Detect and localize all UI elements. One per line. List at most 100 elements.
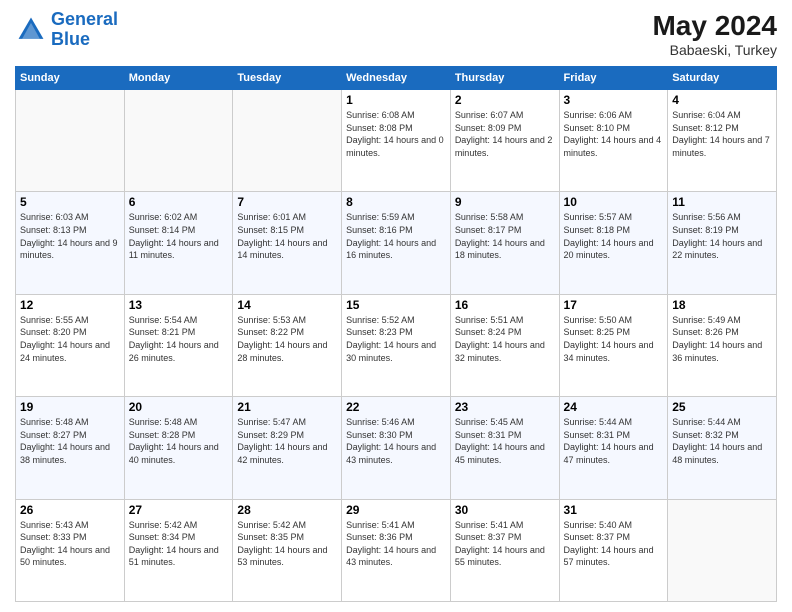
calendar-cell: 27 Sunrise: 5:42 AMSunset: 8:34 PMDayligh…: [124, 499, 233, 601]
day-info: Sunrise: 6:08 AMSunset: 8:08 PMDaylight:…: [346, 109, 446, 159]
calendar-cell: 9 Sunrise: 5:58 AMSunset: 8:17 PMDaylight…: [450, 192, 559, 294]
day-info: Sunrise: 5:59 AMSunset: 8:16 PMDaylight:…: [346, 211, 446, 261]
day-number: 17: [564, 298, 664, 312]
day-info: Sunrise: 5:40 AMSunset: 8:37 PMDaylight:…: [564, 519, 664, 569]
calendar-cell: [124, 90, 233, 192]
day-number: 25: [672, 400, 772, 414]
weekday-header: Thursday: [450, 67, 559, 90]
day-number: 22: [346, 400, 446, 414]
calendar-cell: 13Sunrise: 5:54 AMSunset: 8:21 PMDayligh…: [124, 294, 233, 396]
day-info: Sunrise: 5:51 AMSunset: 8:24 PMDaylight:…: [455, 314, 555, 364]
day-number: 3: [564, 93, 664, 107]
day-number: 23: [455, 400, 555, 414]
calendar-cell: 3 Sunrise: 6:06 AMSunset: 8:10 PMDaylight…: [559, 90, 668, 192]
logo-icon: [15, 14, 47, 46]
calendar-cell: 6 Sunrise: 6:02 AMSunset: 8:14 PMDaylight…: [124, 192, 233, 294]
day-info: Sunrise: 5:55 AMSunset: 8:20 PMDaylight:…: [20, 314, 120, 364]
calendar-cell: 29Sunrise: 5:41 AMSunset: 8:36 PMDayligh…: [342, 499, 451, 601]
day-number: 15: [346, 298, 446, 312]
calendar-cell: 14 Sunrise: 5:53 AMSunset: 8:22 PMDayligh…: [233, 294, 342, 396]
day-number: 5: [20, 195, 120, 209]
calendar-cell: [668, 499, 777, 601]
day-number: 1: [346, 93, 446, 107]
calendar-cell: 23 Sunrise: 5:45 AMSunset: 8:31 PMDayligh…: [450, 397, 559, 499]
day-number: 9: [455, 195, 555, 209]
day-number: 8: [346, 195, 446, 209]
day-info: Sunrise: 5:41 AMSunset: 8:37 PMDaylight:…: [455, 519, 555, 569]
calendar-cell: 1 Sunrise: 6:08 AMSunset: 8:08 PMDaylight…: [342, 90, 451, 192]
day-number: 11: [672, 195, 772, 209]
day-number: 31: [564, 503, 664, 517]
weekday-header: Friday: [559, 67, 668, 90]
calendar-week-row: 1 Sunrise: 6:08 AMSunset: 8:08 PMDaylight…: [16, 90, 777, 192]
page: General Blue May 2024 Babaeski, Turkey S…: [0, 0, 792, 612]
day-info: Sunrise: 5:46 AMSunset: 8:30 PMDaylight:…: [346, 416, 446, 466]
day-number: 30: [455, 503, 555, 517]
calendar-cell: 12 Sunrise: 5:55 AMSunset: 8:20 PMDayligh…: [16, 294, 125, 396]
weekday-header: Sunday: [16, 67, 125, 90]
day-number: 24: [564, 400, 664, 414]
calendar-cell: 8 Sunrise: 5:59 AMSunset: 8:16 PMDaylight…: [342, 192, 451, 294]
calendar-cell: 20Sunrise: 5:48 AMSunset: 8:28 PMDayligh…: [124, 397, 233, 499]
calendar-cell: 30 Sunrise: 5:41 AMSunset: 8:37 PMDayligh…: [450, 499, 559, 601]
day-number: 4: [672, 93, 772, 107]
logo-text: General Blue: [51, 10, 118, 50]
weekday-header: Wednesday: [342, 67, 451, 90]
calendar-week-row: 26Sunrise: 5:43 AMSunset: 8:33 PMDayligh…: [16, 499, 777, 601]
day-number: 6: [129, 195, 229, 209]
calendar-cell: 5Sunrise: 6:03 AMSunset: 8:13 PMDaylight…: [16, 192, 125, 294]
month-year: May 2024: [652, 10, 777, 42]
calendar-cell: 4 Sunrise: 6:04 AMSunset: 8:12 PMDaylight…: [668, 90, 777, 192]
calendar-cell: 22 Sunrise: 5:46 AMSunset: 8:30 PMDayligh…: [342, 397, 451, 499]
day-info: Sunrise: 5:48 AMSunset: 8:28 PMDaylight:…: [129, 416, 229, 466]
day-info: Sunrise: 6:04 AMSunset: 8:12 PMDaylight:…: [672, 109, 772, 159]
calendar-cell: 31 Sunrise: 5:40 AMSunset: 8:37 PMDayligh…: [559, 499, 668, 601]
calendar-cell: 21Sunrise: 5:47 AMSunset: 8:29 PMDayligh…: [233, 397, 342, 499]
day-info: Sunrise: 5:53 AMSunset: 8:22 PMDaylight:…: [237, 314, 337, 364]
calendar-cell: 11 Sunrise: 5:56 AMSunset: 8:19 PMDayligh…: [668, 192, 777, 294]
location: Babaeski, Turkey: [652, 42, 777, 58]
day-info: Sunrise: 5:42 AMSunset: 8:34 PMDaylight:…: [129, 519, 229, 569]
calendar-cell: [233, 90, 342, 192]
day-number: 27: [129, 503, 229, 517]
day-info: Sunrise: 5:42 AMSunset: 8:35 PMDaylight:…: [237, 519, 337, 569]
header: General Blue May 2024 Babaeski, Turkey: [15, 10, 777, 58]
calendar-header-row: SundayMondayTuesdayWednesdayThursdayFrid…: [16, 67, 777, 90]
day-info: Sunrise: 5:45 AMSunset: 8:31 PMDaylight:…: [455, 416, 555, 466]
weekday-header: Monday: [124, 67, 233, 90]
logo: General Blue: [15, 10, 118, 50]
day-number: 29: [346, 503, 446, 517]
day-info: Sunrise: 6:06 AMSunset: 8:10 PMDaylight:…: [564, 109, 664, 159]
day-number: 26: [20, 503, 120, 517]
day-number: 14: [237, 298, 337, 312]
day-number: 10: [564, 195, 664, 209]
calendar-cell: 19Sunrise: 5:48 AMSunset: 8:27 PMDayligh…: [16, 397, 125, 499]
day-info: Sunrise: 5:48 AMSunset: 8:27 PMDaylight:…: [20, 416, 120, 466]
day-info: Sunrise: 5:44 AMSunset: 8:32 PMDaylight:…: [672, 416, 772, 466]
day-info: Sunrise: 5:49 AMSunset: 8:26 PMDaylight:…: [672, 314, 772, 364]
day-info: Sunrise: 6:02 AMSunset: 8:14 PMDaylight:…: [129, 211, 229, 261]
weekday-header: Saturday: [668, 67, 777, 90]
day-number: 13: [129, 298, 229, 312]
calendar-week-row: 12 Sunrise: 5:55 AMSunset: 8:20 PMDayligh…: [16, 294, 777, 396]
calendar-cell: 26Sunrise: 5:43 AMSunset: 8:33 PMDayligh…: [16, 499, 125, 601]
day-number: 12: [20, 298, 120, 312]
day-number: 18: [672, 298, 772, 312]
day-info: Sunrise: 5:50 AMSunset: 8:25 PMDaylight:…: [564, 314, 664, 364]
calendar-cell: 7Sunrise: 6:01 AMSunset: 8:15 PMDaylight…: [233, 192, 342, 294]
calendar-cell: 2Sunrise: 6:07 AMSunset: 8:09 PMDaylight…: [450, 90, 559, 192]
day-info: Sunrise: 6:01 AMSunset: 8:15 PMDaylight:…: [237, 211, 337, 261]
day-info: Sunrise: 5:58 AMSunset: 8:17 PMDaylight:…: [455, 211, 555, 261]
day-info: Sunrise: 5:52 AMSunset: 8:23 PMDaylight:…: [346, 314, 446, 364]
calendar-cell: 10 Sunrise: 5:57 AMSunset: 8:18 PMDayligh…: [559, 192, 668, 294]
day-number: 16: [455, 298, 555, 312]
day-info: Sunrise: 5:57 AMSunset: 8:18 PMDaylight:…: [564, 211, 664, 261]
calendar-cell: 15 Sunrise: 5:52 AMSunset: 8:23 PMDayligh…: [342, 294, 451, 396]
title-block: May 2024 Babaeski, Turkey: [652, 10, 777, 58]
day-number: 21: [237, 400, 337, 414]
calendar-week-row: 5Sunrise: 6:03 AMSunset: 8:13 PMDaylight…: [16, 192, 777, 294]
day-info: Sunrise: 5:56 AMSunset: 8:19 PMDaylight:…: [672, 211, 772, 261]
calendar-cell: 28Sunrise: 5:42 AMSunset: 8:35 PMDayligh…: [233, 499, 342, 601]
calendar-cell: 18 Sunrise: 5:49 AMSunset: 8:26 PMDayligh…: [668, 294, 777, 396]
calendar-cell: 17 Sunrise: 5:50 AMSunset: 8:25 PMDayligh…: [559, 294, 668, 396]
